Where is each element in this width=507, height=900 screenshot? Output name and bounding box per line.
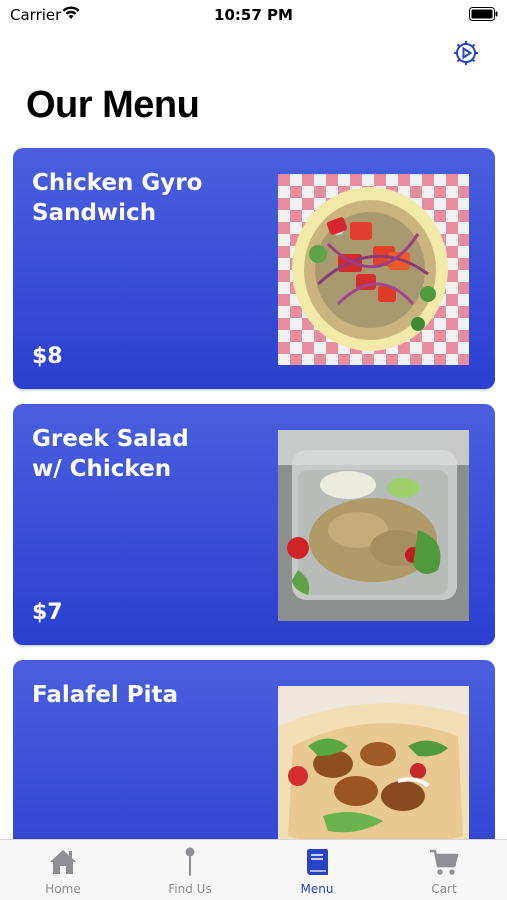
- tab-menu[interactable]: Menu: [254, 840, 380, 900]
- gear-play-icon[interactable]: [451, 38, 481, 68]
- tab-label: Cart: [431, 882, 457, 896]
- status-time: 10:57 PM: [214, 6, 293, 24]
- menu-item-name: Falafel Pita: [32, 682, 179, 708]
- tab-find-us[interactable]: Find Us: [127, 840, 253, 900]
- menu-list[interactable]: Chicken Gyro Sandwich $8 Greek Salad w/ …: [13, 148, 495, 840]
- tab-home[interactable]: Home: [0, 840, 126, 900]
- home-icon: [50, 850, 76, 874]
- tab-cart[interactable]: Cart: [381, 840, 507, 900]
- gyro-food-photo: [278, 174, 469, 365]
- tab-label: Find Us: [168, 882, 212, 896]
- page-title: Our Menu: [26, 84, 200, 126]
- menu-item-name: Greek Salad w/ Chicken: [32, 426, 189, 482]
- menu-item-chicken-gyro-sandwich[interactable]: Chicken Gyro Sandwich $8: [13, 148, 495, 389]
- book-icon: [307, 849, 328, 875]
- falafel-pita-photo: [278, 686, 469, 840]
- menu-item-price: $8: [32, 344, 63, 369]
- map-pin-icon: [185, 847, 195, 876]
- greek-salad-photo: [278, 430, 469, 621]
- menu-item-greek-salad[interactable]: Greek Salad w/ Chicken $7: [13, 404, 495, 645]
- menu-item-name: Chicken Gyro Sandwich: [32, 170, 203, 226]
- tab-label: Menu: [300, 882, 334, 896]
- tab-bar: Home Find Us Menu Cart: [0, 839, 507, 900]
- menu-item-falafel-pita[interactable]: Falafel Pita: [13, 660, 495, 840]
- status-bar: Carrier 10:57 PM: [0, 0, 507, 32]
- battery-icon: [469, 7, 498, 21]
- menu-item-price: $7: [32, 600, 63, 625]
- tab-label: Home: [45, 882, 81, 896]
- cart-icon: [430, 849, 459, 875]
